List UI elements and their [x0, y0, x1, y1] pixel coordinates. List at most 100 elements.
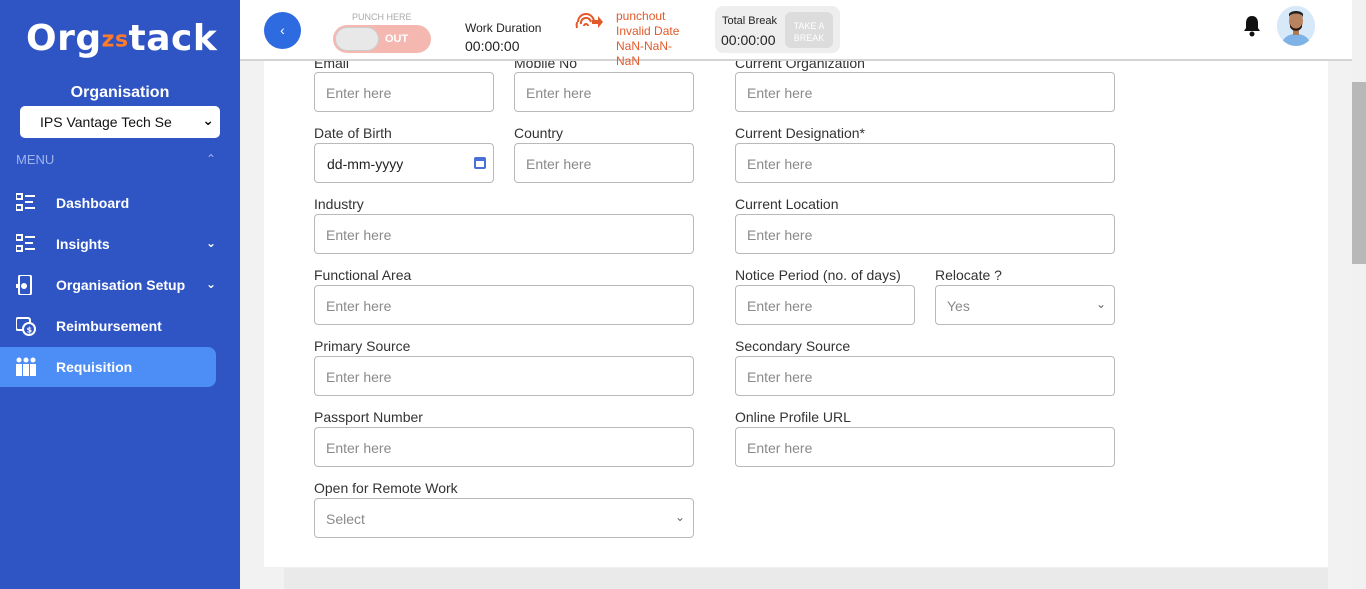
notice-period-field[interactable]: Enter here	[735, 285, 915, 325]
dashboard-list-icon	[16, 193, 35, 211]
punch-status-line: Invalid Date	[616, 24, 680, 38]
select-value: Select	[326, 511, 365, 527]
reimbursement-icon: $	[16, 317, 36, 336]
placeholder: Enter here	[326, 227, 392, 243]
secondary-source-field[interactable]: Enter here	[735, 356, 1115, 396]
requisition-people-icon	[16, 357, 36, 376]
calendar-icon[interactable]	[474, 157, 486, 169]
secondary-source-label: Secondary Source	[735, 338, 851, 354]
functional-area-field[interactable]: Enter here	[314, 285, 694, 325]
punch-here-label: PUNCH HERE	[352, 12, 412, 22]
punch-status-line: punchout	[616, 9, 666, 23]
placeholder: Enter here	[326, 440, 392, 456]
remote-work-select[interactable]: Select ⌄	[314, 498, 694, 538]
country-field[interactable]: Enter here	[514, 143, 694, 183]
take-break-line: BREAK	[793, 33, 825, 43]
work-duration-label: Work Duration	[465, 21, 542, 35]
sidebar-item-reimbursement[interactable]: $ Reimbursement	[0, 306, 216, 346]
country-label: Country	[514, 125, 564, 141]
chevron-down-icon: ⌄	[206, 236, 217, 250]
online-profile-url-field[interactable]: Enter here	[735, 427, 1115, 467]
toggle-knob	[335, 27, 379, 51]
placeholder: Enter here	[747, 227, 813, 243]
total-break-box: Total Break 00:00:00 TAKE A BREAK	[715, 6, 840, 53]
placeholder: Enter here	[326, 85, 392, 101]
bell-icon[interactable]	[1242, 15, 1262, 37]
svg-text:$: $	[27, 326, 33, 335]
punch-toggle[interactable]: OUT	[333, 25, 431, 53]
notice-period-label: Notice Period (no. of days)	[735, 267, 901, 283]
orgzstack-logo: Orgzstack	[26, 18, 218, 59]
placeholder: Enter here	[747, 369, 813, 385]
chevron-down-icon: ⌄	[1095, 297, 1106, 311]
take-break-line: TAKE A	[793, 21, 825, 31]
industry-field[interactable]: Enter here	[314, 214, 694, 254]
take-a-break-button[interactable]: TAKE A BREAK	[785, 12, 833, 48]
fingerprint-icon	[575, 13, 603, 29]
functional-area-label: Functional Area	[314, 267, 412, 283]
organisation-setup-icon	[16, 275, 32, 295]
scrollbar-thumb[interactable]	[1352, 82, 1366, 264]
relocate-label: Relocate ?	[935, 267, 1002, 283]
punch-status: punchout Invalid Date NaN-NaN- NaN	[616, 9, 696, 69]
sidebar-item-label: Dashboard	[56, 195, 130, 211]
placeholder: Enter here	[747, 298, 813, 314]
current-designation-field[interactable]: Enter here	[735, 143, 1115, 183]
chevron-down-icon: ⌄	[206, 277, 217, 291]
placeholder: Enter here	[326, 369, 392, 385]
select-value: Yes	[947, 298, 970, 314]
sidebar-item-label: Organisation Setup	[56, 277, 186, 293]
date-value: dd-mm-yyyy	[327, 156, 404, 172]
placeholder: Enter here	[747, 440, 813, 456]
placeholder: Enter here	[747, 156, 813, 172]
primary-source-field[interactable]: Enter here	[314, 356, 694, 396]
total-break-label: Total Break	[722, 15, 778, 27]
passport-number-field[interactable]: Enter here	[314, 427, 694, 467]
current-organization-field[interactable]: Enter here	[735, 72, 1115, 112]
chevron-left-icon: ‹	[280, 22, 285, 38]
industry-label: Industry	[314, 196, 364, 212]
sidebar-item-requisition[interactable]: Requisition	[0, 347, 216, 387]
current-location-label: Current Location	[735, 196, 839, 212]
chevron-down-icon: ⌄	[674, 510, 685, 524]
primary-source-label: Primary Source	[314, 338, 411, 354]
email-field[interactable]: Enter here	[314, 72, 494, 112]
organisation-select-value: IPS Vantage Tech Se	[40, 114, 172, 130]
placeholder: Enter here	[526, 85, 592, 101]
date-of-birth-label: Date of Birth	[314, 125, 392, 141]
punch-status-line: NaN	[616, 54, 641, 68]
sidebar-item-dashboard[interactable]: Dashboard	[0, 183, 216, 223]
sidebar: Orgzstack Organisation IPS Vantage Tech …	[0, 0, 240, 589]
current-location-field[interactable]: Enter here	[735, 214, 1115, 254]
sidebar-item-label: Requisition	[56, 359, 133, 375]
user-avatar[interactable]	[1277, 6, 1315, 46]
chevron-up-icon[interactable]: ⌃	[206, 152, 216, 166]
sidebar-item-insights[interactable]: Insights ⌄	[0, 224, 216, 264]
work-duration-value: 00:00:00	[465, 38, 520, 54]
menu-heading: MENU	[16, 152, 55, 167]
online-profile-url-label: Online Profile URL	[735, 409, 851, 425]
sidebar-item-organisation-setup[interactable]: Organisation Setup ⌄	[0, 265, 216, 305]
chevron-down-icon: ⌄	[202, 112, 214, 128]
placeholder: Enter here	[526, 156, 592, 172]
organisation-label: Organisation	[70, 84, 170, 101]
placeholder: Enter here	[747, 85, 813, 101]
user-photo-icon	[1277, 6, 1315, 46]
mobile-field[interactable]: Enter here	[514, 72, 694, 112]
passport-number-label: Passport Number	[314, 409, 423, 425]
collapse-sidebar-button[interactable]: ‹	[264, 12, 301, 49]
placeholder: Enter here	[326, 298, 392, 314]
insights-list-icon	[16, 234, 35, 252]
organisation-select[interactable]: IPS Vantage Tech Se ⌄	[20, 106, 220, 138]
current-designation-label: Current Designation*	[735, 125, 865, 141]
punch-status-line: NaN-NaN-	[616, 39, 673, 53]
card-footer-strip	[284, 568, 1328, 589]
toggle-out-label: OUT	[385, 33, 409, 45]
total-break-value: 00:00:00	[721, 32, 776, 48]
relocate-select[interactable]: Yes ⌄	[935, 285, 1115, 325]
top-bar: ‹ PUNCH HERE OUT Work Duration 00:00:00 …	[240, 0, 1352, 68]
sidebar-item-label: Insights	[56, 236, 110, 252]
sidebar-item-label: Reimbursement	[56, 318, 162, 334]
date-of-birth-field[interactable]: dd-mm-yyyy	[314, 143, 494, 183]
remote-work-label: Open for Remote Work	[314, 480, 458, 496]
